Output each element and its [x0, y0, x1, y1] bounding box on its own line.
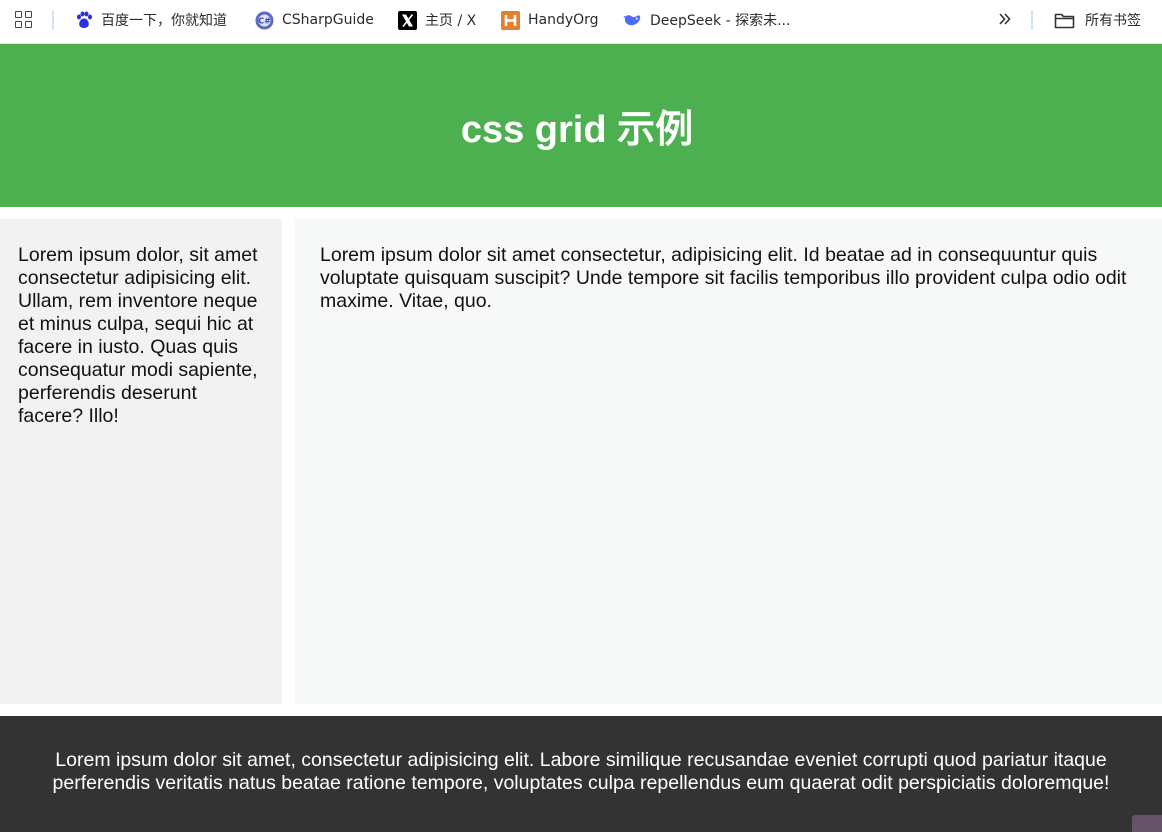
handyorg-icon [501, 10, 520, 30]
page-viewport: css grid 示例 Lorem ipsum dolor, sit amet … [0, 44, 1162, 832]
footer-text: Lorem ipsum dolor sit amet, consectetur … [52, 749, 1110, 794]
page-title: css grid 示例 [460, 109, 694, 151]
whale-icon [623, 11, 642, 30]
bookmark-label: 主页 / X [425, 13, 477, 29]
bookmark-label: 百度一下，你就知道 [101, 13, 227, 29]
bookmark-deepseek[interactable]: DeepSeek - 探索未... [623, 0, 790, 40]
all-bookmarks-button[interactable]: 所有书签 [1054, 0, 1141, 40]
main-text: Lorem ipsum dolor sit amet consectetur, … [320, 244, 1127, 312]
floating-tab[interactable] [1132, 815, 1162, 832]
page-footer: Lorem ipsum dolor sit amet, consectetur … [0, 716, 1162, 832]
bookmarks-separator [1031, 10, 1033, 30]
x-logo-icon [398, 10, 417, 30]
sidebar-text: Lorem ipsum dolor, sit amet consectetur … [18, 244, 258, 427]
bookmark-label: CSharpGuide [282, 12, 374, 28]
chevron-double-right-icon[interactable] [994, 9, 1016, 29]
main-content: Lorem ipsum dolor sit amet consectetur, … [295, 219, 1162, 704]
bookmark-csharpguide[interactable]: C# CSharpGuide [255, 0, 374, 40]
folder-icon [1054, 12, 1075, 29]
sidebar: Lorem ipsum dolor, sit amet consectetur … [0, 219, 282, 704]
bookmark-x-home[interactable]: 主页 / X [398, 0, 476, 40]
apps-grid-icon[interactable] [15, 11, 35, 31]
bookmark-label: HandyOrg [528, 12, 599, 28]
bookmarks-separator [52, 10, 54, 30]
bookmarks-bar: 百度一下，你就知道 C# CSharpGuide 主页 / X HandyOrg… [0, 0, 1162, 44]
csharp-icon: C# [255, 11, 274, 30]
bookmark-baidu[interactable]: 百度一下，你就知道 [74, 0, 227, 40]
bookmark-handyorg[interactable]: HandyOrg [501, 0, 599, 40]
svg-text:C#: C# [258, 16, 271, 25]
bookmark-label: DeepSeek - 探索未... [650, 13, 791, 29]
all-bookmarks-label: 所有书签 [1085, 13, 1141, 29]
paw-icon [74, 11, 93, 30]
page-header: css grid 示例 [0, 44, 1162, 207]
